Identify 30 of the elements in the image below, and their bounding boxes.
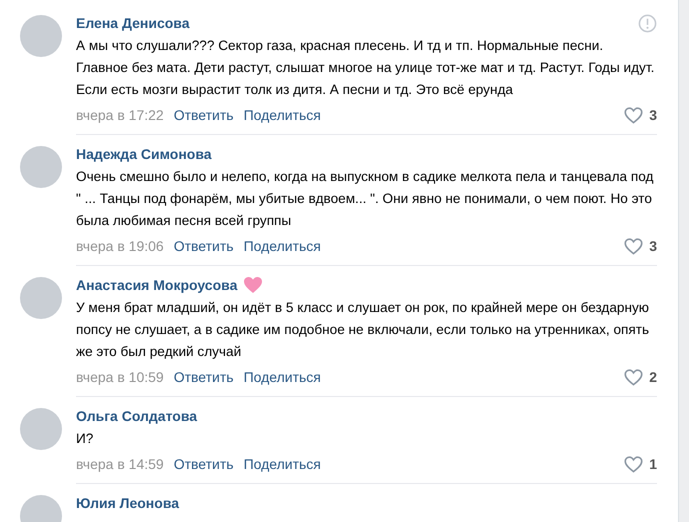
avatar-placeholder[interactable] bbox=[20, 15, 62, 57]
report-icon[interactable] bbox=[638, 14, 657, 32]
author-link[interactable]: Ольга Солдатова bbox=[76, 408, 198, 424]
like-count: 3 bbox=[649, 107, 657, 123]
comment-text: У меня брат младший, он идёт в 5 класс и слушает он рок, по крайней мере он бездарную попсу не слушает, а в садике им подобное не включали, если только на утренниках, опять же это был редкий случай bbox=[76, 299, 650, 361]
share-link[interactable]: Поделиться bbox=[244, 238, 321, 254]
author-link[interactable]: Юлия Леонова bbox=[76, 495, 180, 511]
reply-link[interactable]: Ответить bbox=[174, 369, 234, 385]
reply-link[interactable]: Ответить bbox=[174, 456, 234, 472]
like-heart-icon[interactable] bbox=[624, 368, 644, 386]
reply-link[interactable]: Ответить bbox=[174, 107, 234, 123]
reply-link[interactable]: Ответить bbox=[174, 238, 234, 254]
like-heart-icon[interactable] bbox=[624, 106, 644, 124]
author-link[interactable]: Анастасия Мокроусова bbox=[76, 277, 238, 293]
like-heart-icon[interactable] bbox=[624, 238, 644, 254]
comment-text: Очень смешно было и нелепо, когда на выпускном в садике мелкота пела и танцевала под " ... Танцы под фонарём, мы убитые вдвоем... ". Они явно не понимали, о чем поют. Но это была любимая песня всей группы bbox=[76, 168, 654, 230]
comment-text: А мы что слушали??? Сектор газа, красная плесень. И тд и тп. Нормальные песни. Главное без мата. Дети растут, слышат многое на улице тот-же мат и тд. Растут. Годы идут. Если есть мозги вырастит толк из дитя. А песни и тд. Это всё ерунда bbox=[76, 37, 656, 99]
avatar-placeholder[interactable] bbox=[20, 277, 62, 319]
like-count: 2 bbox=[649, 369, 657, 385]
author-link[interactable]: Елена Денисова bbox=[76, 15, 190, 31]
author-link[interactable]: Надежда Симонова bbox=[76, 146, 212, 162]
share-link[interactable]: Поделиться bbox=[244, 107, 321, 123]
share-link[interactable]: Поделиться bbox=[244, 456, 321, 472]
like-heart-icon[interactable] bbox=[624, 456, 644, 472]
avatar-placeholder[interactable] bbox=[20, 146, 62, 188]
share-link[interactable]: Поделиться bbox=[244, 369, 321, 385]
like-count: 1 bbox=[649, 456, 657, 472]
like-count: 3 bbox=[649, 238, 657, 254]
avatar-placeholder[interactable] bbox=[20, 408, 62, 450]
comment-text: И? bbox=[76, 430, 94, 448]
